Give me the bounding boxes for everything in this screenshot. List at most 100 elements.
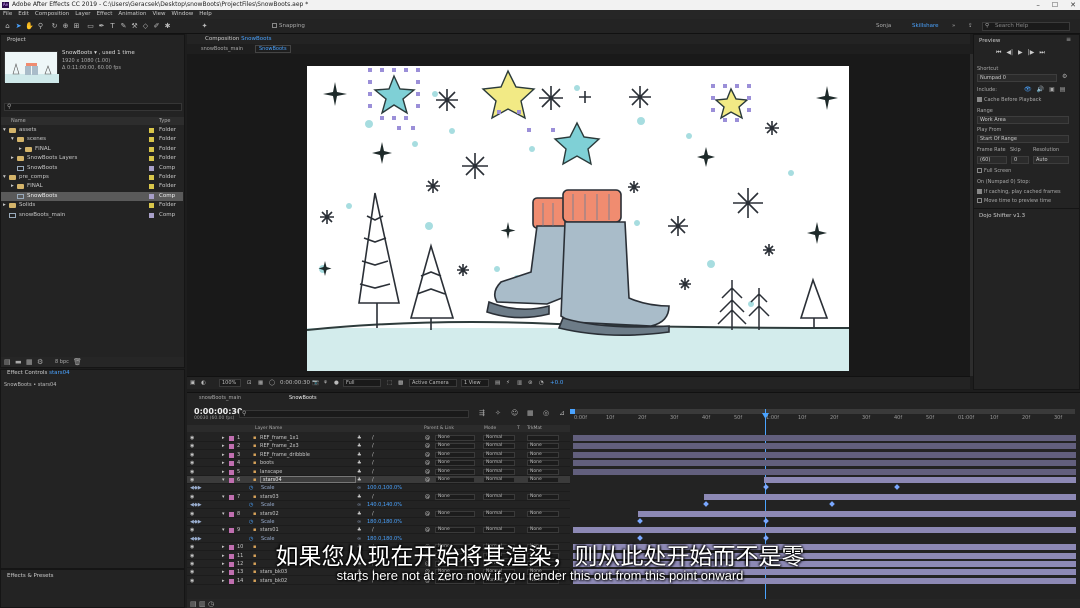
col-layer-name[interactable]: Layer Name (255, 425, 282, 432)
expand-arrow-icon[interactable]: ▾ (222, 476, 225, 484)
parent-pickwhip-icon[interactable]: @ (425, 459, 430, 467)
expand-arrow-icon[interactable]: ▸ (11, 182, 14, 191)
trkmat-dropdown[interactable]: None (527, 443, 559, 450)
layer-name[interactable]: REF_frame_1x1 (260, 434, 299, 442)
quality-switch-icon[interactable]: / (372, 459, 374, 467)
project-item[interactable]: ▸ FINAL Folder (1, 145, 183, 154)
mode-dropdown[interactable]: Normal (483, 510, 515, 517)
label-color-swatch[interactable] (229, 452, 234, 458)
parent-dropdown[interactable]: None (435, 435, 475, 441)
parent-pickwhip-icon[interactable]: @ (425, 468, 430, 476)
mode-dropdown[interactable]: Normal (483, 493, 515, 500)
layer-name[interactable]: REF_frame_dribbble (260, 451, 310, 459)
layer-track[interactable] (573, 476, 1076, 484)
reset-exposure-icon[interactable]: ◔ (539, 380, 544, 386)
quality-switch-icon[interactable]: / (372, 442, 374, 450)
render-time-icon[interactable]: ◷ (208, 600, 214, 608)
flowchart-icon[interactable]: ⊛ (528, 380, 533, 386)
property-row[interactable]: ◀◆▶ ◷ Scale ∞ 180.0,180.0% (187, 518, 570, 526)
trkmat-dropdown[interactable]: None (527, 451, 559, 458)
panel-menu-icon[interactable]: ≡ (1066, 36, 1071, 43)
keyframe[interactable] (763, 484, 769, 491)
expand-arrow-icon[interactable]: ▾ (3, 126, 6, 135)
expand-arrow-icon[interactable]: ▾ (222, 526, 225, 534)
label-color-swatch[interactable] (149, 212, 154, 218)
reset-icon[interactable]: ⚙ (1062, 73, 1067, 80)
trkmat-dropdown[interactable]: None (527, 460, 559, 467)
last-frame-icon[interactable]: ⏭ (1039, 49, 1044, 57)
parent-dropdown[interactable]: None (435, 451, 475, 458)
layer-duration-bar[interactable] (573, 527, 1076, 534)
eraser-tool-icon[interactable]: ◇ (141, 22, 150, 31)
shy-switch-icon[interactable]: ♣ (357, 434, 361, 442)
layer-row[interactable]: ◉ ▾ 7 ▪ stars03 ♣ / @ None Normal None (187, 493, 570, 501)
clone-stamp-tool-icon[interactable]: ⚒ (130, 22, 139, 31)
comp-canvas[interactable] (307, 66, 849, 371)
layer-row[interactable]: ◉ ▸ 3 ▪ REF_frame_dribbble ♣ / @ None Normal None (187, 451, 570, 459)
layer-row[interactable]: ◉ ▾ 6 ▪ stars04 ♣ / @ None Normal None (187, 476, 570, 484)
shortcut-dropdown[interactable]: Numpad 0 (977, 74, 1057, 82)
property-track[interactable] (573, 484, 1076, 492)
camera-tool-icon[interactable]: ⊕ (61, 22, 70, 31)
layer-duration-bar[interactable] (573, 468, 1076, 475)
project-item[interactable]: ▾ pre_comps Folder (1, 173, 183, 182)
menu-file[interactable]: File (3, 10, 12, 19)
full-screen-checkbox[interactable] (977, 168, 982, 173)
layer-duration-bar[interactable] (573, 451, 1076, 458)
layer-track[interactable] (573, 434, 1076, 442)
3d-glasses-icon[interactable]: ◐ (201, 380, 206, 386)
layer-track[interactable] (573, 510, 1076, 518)
quality-switch-icon[interactable]: / (372, 451, 374, 459)
channel-icon[interactable]: ● (334, 380, 339, 386)
property-row[interactable]: ◀◆▶ ◷ Scale ∞ 100.0,100.0% (187, 484, 570, 493)
property-value[interactable]: 180.0,180.0% (367, 518, 402, 526)
audio-toggle-icon[interactable]: 🔊 (1037, 86, 1044, 93)
quality-switch-icon[interactable]: / (372, 468, 374, 476)
menu-edit[interactable]: Edit (18, 10, 29, 19)
layer-row[interactable]: ◉ ▸ 1 ▪ REF_frame_1x1 ♣ / @ None Normal (187, 434, 570, 442)
layer-track[interactable] (573, 451, 1076, 459)
next-frame-icon[interactable]: |▶ (1028, 49, 1035, 57)
menu-help[interactable]: Help (199, 10, 212, 19)
parent-dropdown[interactable]: None (435, 460, 475, 467)
quality-switch-icon[interactable]: / (372, 526, 374, 534)
graph-editor-icon[interactable]: ⊿ (559, 409, 565, 417)
layer-track[interactable] (573, 442, 1076, 450)
shy-switch-icon[interactable]: ♣ (357, 476, 361, 484)
puppet-tool-icon[interactable]: ✱ (163, 22, 172, 31)
close-icon[interactable]: ✕ (1070, 0, 1076, 10)
label-color-swatch[interactable] (149, 128, 154, 133)
frame-rate-dropdown[interactable]: (60) (977, 156, 1007, 164)
rotate-tool-icon[interactable]: ↻ (50, 22, 59, 31)
label-color-swatch[interactable] (149, 156, 154, 162)
parent-dropdown[interactable]: None (435, 493, 475, 500)
col-type-header[interactable]: Type (159, 117, 170, 125)
label-color-swatch[interactable] (229, 478, 234, 483)
trkmat-dropdown[interactable]: None (527, 527, 559, 534)
composition-tab-label[interactable]: Composition (205, 36, 239, 42)
grid-icon[interactable]: ▦ (258, 380, 263, 386)
expand-arrow-icon[interactable]: ▾ (222, 510, 225, 518)
shy-switch-icon[interactable]: ♣ (357, 526, 361, 534)
project-item[interactable]: snowBoots_main Comp (1, 211, 183, 220)
constrain-proportions-icon[interactable]: ∞ (357, 484, 361, 492)
layer-name[interactable]: stars03 (260, 493, 279, 501)
region-of-interest-icon[interactable]: ⬚ (387, 380, 392, 386)
keyframe-navigator-icon[interactable]: ◀◆▶ (190, 501, 202, 509)
trkmat-dropdown[interactable]: None (527, 493, 559, 500)
shy-switch-icon[interactable]: ♣ (357, 468, 361, 476)
composition-tab-name[interactable]: SnowBoots (241, 36, 271, 42)
visibility-eye-icon[interactable]: ◉ (190, 493, 194, 501)
trkmat-dropdown[interactable]: None (527, 510, 559, 517)
draft-3d-icon[interactable]: ✧ (495, 409, 501, 417)
label-color-swatch[interactable] (149, 203, 154, 209)
parent-pickwhip-icon[interactable]: @ (425, 476, 430, 484)
expand-arrow-icon[interactable]: ▸ (222, 442, 225, 450)
expand-arrow-icon[interactable]: ▾ (222, 493, 225, 501)
visibility-eye-icon[interactable]: ◉ (190, 526, 194, 534)
visibility-eye-icon[interactable]: ◉ (190, 476, 194, 484)
layer-controls-toggle-icon[interactable]: ▤ (1060, 86, 1066, 93)
timeline-timecode[interactable]: 0:00:00:30 (194, 407, 243, 416)
label-color-swatch[interactable] (149, 184, 154, 190)
parent-pickwhip-icon[interactable]: @ (425, 526, 430, 534)
